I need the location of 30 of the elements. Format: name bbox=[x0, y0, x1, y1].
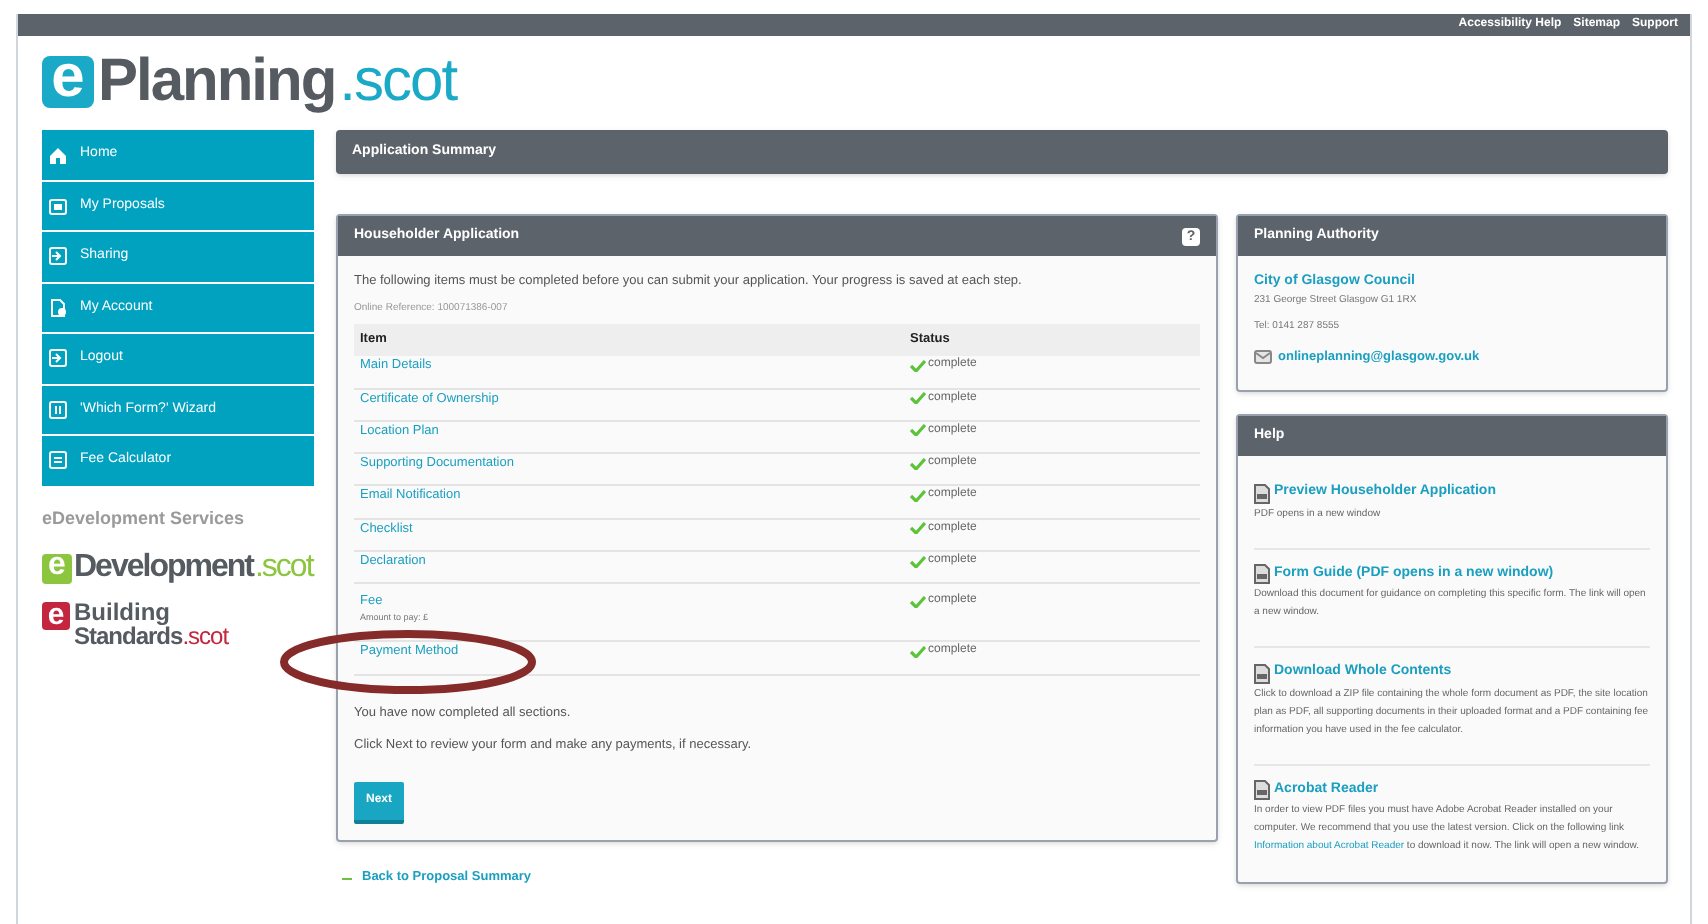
document-icon bbox=[1254, 483, 1270, 503]
check-icon bbox=[910, 424, 926, 437]
logo-mark: e bbox=[42, 553, 72, 583]
logo-text: Standards bbox=[74, 624, 183, 648]
check-icon bbox=[910, 645, 926, 658]
logo-text: Planning bbox=[98, 52, 336, 112]
check-icon bbox=[910, 555, 926, 568]
home-icon bbox=[48, 144, 68, 165]
document-icon bbox=[1254, 780, 1270, 800]
logo-text: Building bbox=[74, 602, 172, 624]
calculator-icon bbox=[48, 450, 68, 471]
logo-suffix: .scot bbox=[182, 624, 229, 648]
logo-suffix: .scot bbox=[339, 52, 457, 112]
enter-icon bbox=[48, 246, 68, 267]
logo-text: Development bbox=[74, 552, 253, 584]
check-icon bbox=[910, 457, 926, 470]
pause-icon bbox=[48, 399, 68, 420]
logo-mark: e bbox=[42, 602, 70, 630]
check-icon bbox=[910, 489, 926, 502]
logo-mark: e bbox=[42, 56, 94, 108]
document-icon bbox=[48, 297, 68, 318]
check-icon bbox=[910, 392, 926, 405]
check-icon bbox=[910, 595, 926, 608]
document-icon bbox=[1254, 663, 1270, 683]
mail-icon bbox=[1254, 349, 1272, 364]
check-icon bbox=[910, 522, 926, 535]
services-heading: eDevelopment Services bbox=[42, 505, 247, 532]
check-icon bbox=[910, 359, 926, 372]
document-icon bbox=[1254, 564, 1270, 584]
logo-suffix: .scot bbox=[254, 552, 313, 584]
